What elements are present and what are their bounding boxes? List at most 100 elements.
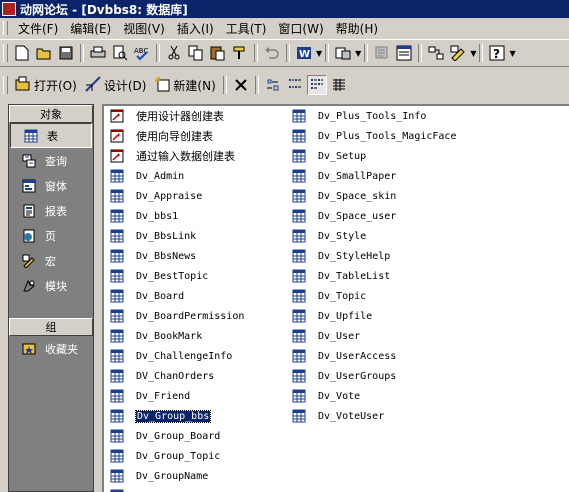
create-table-shortcut[interactable]: 通过输入数据创建表	[110, 146, 244, 166]
table-item[interactable]: Dv_SmallPaper	[292, 166, 456, 186]
table-item[interactable]: Dv_Topic	[292, 286, 456, 306]
nav-item-report[interactable]: 报表	[9, 198, 93, 223]
new-icon[interactable]	[12, 43, 32, 63]
print-preview-icon[interactable]	[110, 43, 130, 63]
nav-item-form[interactable]: 窗体	[9, 173, 93, 198]
large-icons-view-icon[interactable]	[263, 75, 283, 95]
toolbar-grip[interactable]	[3, 76, 8, 94]
table-icon	[110, 169, 124, 183]
table-item[interactable]: Dv_User	[292, 326, 456, 346]
table-item[interactable]: Dv_BestTopic	[110, 266, 244, 286]
toolbar-grip[interactable]	[3, 44, 8, 62]
item-label: Dv_ChallengeInfo	[136, 350, 233, 362]
create-table-shortcut[interactable]: 使用向导创建表	[110, 126, 244, 146]
nav-item-macro[interactable]: 宏	[9, 248, 93, 273]
table-icon	[110, 369, 124, 383]
item-label: Dv_Space_user	[318, 210, 397, 222]
table-item[interactable]: Dv_UserAccess	[292, 346, 456, 366]
list-view-icon[interactable]	[306, 75, 327, 95]
relationships-icon[interactable]	[426, 43, 446, 63]
table-item[interactable]: Dv_BbsNews	[110, 246, 244, 266]
table-item[interactable]: Dv_StyleHelp	[292, 246, 456, 266]
table-item[interactable]: Dv_BoardPermission	[110, 306, 244, 326]
format-painter-icon[interactable]	[230, 43, 250, 63]
save-icon[interactable]	[56, 43, 76, 63]
print-icon[interactable]	[88, 43, 108, 63]
cut-icon[interactable]	[164, 43, 184, 63]
table-icon	[110, 449, 124, 463]
design-button[interactable]: 设计(D)	[81, 74, 151, 96]
table-item[interactable]: Dv_Setup	[292, 146, 456, 166]
menu-view[interactable]: 视图(V)	[117, 20, 171, 37]
menu-window[interactable]: 窗口(W)	[272, 20, 329, 37]
create-table-shortcut[interactable]: 使用设计器创建表	[110, 106, 244, 126]
nav-item-module[interactable]: 模块	[9, 273, 93, 298]
table-item[interactable]: Dv_Plus_Tools_MagicFace	[292, 126, 456, 146]
office-links-icon[interactable]: W	[294, 43, 314, 63]
menu-insert[interactable]: 插入(I)	[171, 20, 220, 37]
table-item[interactable]: Dv_BookMark	[110, 326, 244, 346]
analyze-icon[interactable]	[333, 43, 353, 63]
copy-icon[interactable]	[186, 43, 206, 63]
table-item[interactable]: Dv_Friend	[110, 386, 244, 406]
table-item[interactable]: Dv_Plus_Tools_Info	[292, 106, 456, 126]
table-item[interactable]: DV_ChanOrders	[110, 366, 244, 386]
open-button-label: 打开(O)	[34, 78, 77, 93]
small-icons-view-icon[interactable]	[285, 75, 305, 95]
paste-icon[interactable]	[208, 43, 228, 63]
module-icon	[21, 278, 37, 294]
item-label: Dv_Vote	[318, 390, 361, 402]
favorites-item[interactable]: 收藏夹	[9, 336, 93, 361]
table-item[interactable]: Dv_TableList	[292, 266, 456, 286]
properties-icon[interactable]	[394, 43, 414, 63]
table-item[interactable]: Dv_Appraise	[110, 186, 244, 206]
chevron-down-icon[interactable]: ▼	[509, 49, 515, 58]
table-item[interactable]: Dv_Upfile	[292, 306, 456, 326]
menu-edit[interactable]: 编辑(E)	[64, 20, 117, 37]
undo-icon[interactable]	[262, 43, 282, 63]
groups-header[interactable]: 组	[9, 318, 93, 336]
table-item[interactable]: Dv_Vote	[292, 386, 456, 406]
table-item[interactable]: Dv_BbsLink	[110, 226, 244, 246]
table-item[interactable]: Dv_Admin	[110, 166, 244, 186]
table-item[interactable]: Dv_Space_user	[292, 206, 456, 226]
item-label: Dv_Space_skin	[318, 190, 397, 202]
menu-tools[interactable]: 工具(T)	[220, 20, 273, 37]
table-item[interactable]: Dv_UserGroups	[292, 366, 456, 386]
open-button[interactable]: 打开(O)	[11, 74, 81, 96]
nav-item-query[interactable]: 查询	[9, 148, 93, 173]
menu-help[interactable]: 帮助(H)	[330, 20, 384, 37]
table-item[interactable]: Dv_Style	[292, 226, 456, 246]
table-item[interactable]: Dv_Group_bbs	[110, 406, 244, 426]
nav-item-label: 页	[45, 229, 56, 243]
details-view-icon[interactable]	[329, 75, 349, 95]
table-item[interactable]: Dv_Group_Topic	[110, 446, 244, 466]
table-item[interactable]: Dv_ChallengeInfo	[110, 346, 244, 366]
delete-icon[interactable]	[231, 75, 251, 95]
create-shortcut-icon	[110, 149, 124, 163]
menu-grip[interactable]	[3, 21, 8, 35]
chevron-down-icon[interactable]: ▼	[355, 49, 361, 58]
objects-header[interactable]: 对象	[9, 105, 93, 123]
table-item[interactable]: Dv_GroupUser	[110, 486, 244, 492]
open-icon[interactable]	[34, 43, 54, 63]
table-item[interactable]: Dv_Group_Board	[110, 426, 244, 446]
spelling-icon[interactable]: ABC	[132, 43, 152, 63]
item-label: Dv_User	[318, 330, 361, 342]
item-label: Dv_Group_Topic	[136, 450, 221, 462]
table-item[interactable]: Dv_Board	[110, 286, 244, 306]
table-item[interactable]: Dv_bbs1	[110, 206, 244, 226]
nav-item-page[interactable]: 页	[9, 223, 93, 248]
table-item[interactable]: Dv_VoteUser	[292, 406, 456, 426]
table-item[interactable]: Dv_Space_skin	[292, 186, 456, 206]
nav-item-table[interactable]: 表	[10, 123, 92, 148]
new-object-icon[interactable]	[448, 43, 468, 63]
design-button-label: 设计(D)	[103, 78, 147, 93]
code-icon[interactable]	[372, 43, 392, 63]
table-item[interactable]: Dv_GroupName	[110, 466, 244, 486]
help-icon[interactable]: ?	[487, 43, 507, 63]
chevron-down-icon[interactable]: ▼	[316, 49, 322, 58]
chevron-down-icon[interactable]: ▼	[470, 49, 476, 58]
new-button[interactable]: 新建(N)	[150, 74, 219, 96]
menu-file[interactable]: 文件(F)	[12, 20, 64, 37]
